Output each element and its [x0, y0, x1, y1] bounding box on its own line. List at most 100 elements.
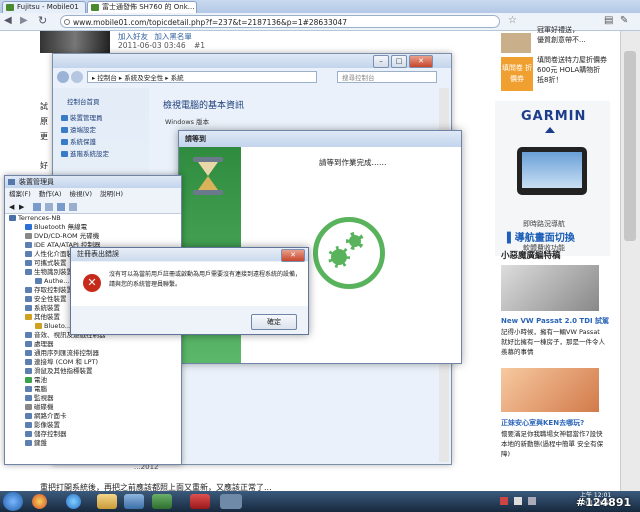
usb-icon	[25, 350, 32, 356]
add-friend-link[interactable]: 加入好友	[118, 32, 148, 41]
star-icon[interactable]: ☆	[508, 15, 517, 26]
windows-edition-label: Windows 版本	[165, 118, 210, 126]
close-button[interactable]: ✕	[409, 55, 433, 68]
update-driver-icon[interactable]	[69, 203, 77, 211]
chrome-icon[interactable]	[32, 494, 47, 509]
maximize-button[interactable]: □	[391, 55, 407, 68]
devmgr-titlebar: 裝置管理員	[5, 176, 181, 188]
url-text: www.mobile01.com/topicdetail.php?f=237&t…	[73, 18, 348, 27]
port-icon	[25, 359, 32, 365]
forward-icon[interactable]	[71, 71, 83, 83]
back-icon[interactable]	[57, 71, 69, 83]
ie-icon[interactable]	[66, 494, 81, 509]
tree-label: DVD/CD-ROM 光碟機	[34, 232, 100, 240]
page-scrollbar[interactable]	[620, 31, 640, 491]
ad1-text[interactable]: 冠軍好禮送， 優質創意帶不...	[537, 25, 607, 45]
menu-view[interactable]: 檢視(V)	[70, 190, 93, 198]
advanced-settings-link[interactable]: 進階系統設定	[61, 148, 109, 160]
system-protection-link[interactable]: 系統保護	[61, 136, 109, 148]
tree-label: 監視器	[34, 394, 54, 402]
post-avatar-image	[40, 31, 110, 53]
error-close-button[interactable]: ✕	[281, 249, 305, 262]
tree-item[interactable]: Terrences-NB	[7, 214, 181, 223]
browser-tab-2[interactable]: 富士通發佈 SH760 的 Onk...	[87, 1, 197, 13]
tree-item[interactable]: Bluetooth 無線電	[7, 223, 181, 232]
tree-item[interactable]: 儲存控制器	[7, 430, 181, 439]
tree-item[interactable]: 磁碟機	[7, 403, 181, 412]
tray-icon[interactable]	[514, 497, 522, 505]
tree-label: 其他裝置	[34, 313, 60, 321]
devmgr-toolbar: ◀ ▶	[5, 201, 181, 214]
tree-label: Terrences-NB	[18, 214, 61, 222]
processor-icon	[25, 341, 32, 347]
sysprop-breadcrumb[interactable]: ▸ 控制台 ▸ 系統及安全性 ▸ 系統	[87, 71, 317, 83]
address-bar[interactable]: www.mobile01.com/topicdetail.php?f=237&t…	[60, 15, 500, 28]
error-message: 沒有可以為當前用戶註冊或啟動為用戶需要沒有連接到遠程系統的設備， 請與您的系統管…	[109, 270, 303, 290]
tree-item[interactable]: DVD/CD-ROM 光碟機	[7, 232, 181, 241]
menu-help[interactable]: 說明(H)	[100, 190, 123, 198]
sysprop-address-row: ▸ 控制台 ▸ 系統及安全性 ▸ 系統 搜尋控制台	[57, 71, 447, 85]
blacklist-link[interactable]: 加入黑名單	[154, 32, 192, 41]
article2-title[interactable]: 正妹安心室與KEN去哪玩?	[501, 418, 584, 428]
tree-item[interactable]: 處理器	[7, 340, 181, 349]
ad2-text[interactable]: 填問卷送特力屋折價券600元 HOLA購物折抵8折！	[537, 55, 607, 85]
tray-icon[interactable]	[528, 497, 536, 505]
menu-file[interactable]: 檔案(F)	[9, 190, 31, 198]
devmgr-title: 裝置管理員	[19, 178, 54, 186]
wrench-icon[interactable]: ✎	[620, 15, 628, 26]
menu-action[interactable]: 動作(A)	[39, 190, 62, 198]
tree-item[interactable]: 通用序列匯流排控制器	[7, 349, 181, 358]
article1-title[interactable]: New VW Passat 2.0 TDI 試駕	[501, 316, 609, 326]
tree-item[interactable]: 電腦	[7, 385, 181, 394]
sysprop-search-input[interactable]: 搜尋控制台	[337, 71, 437, 83]
tab-label: 富士通發佈 SH760 的 Onk...	[102, 3, 195, 11]
forward-icon[interactable]: ▶	[19, 203, 24, 211]
ok-button[interactable]: 確定	[251, 314, 297, 330]
tree-item[interactable]: 網路介面卡	[7, 412, 181, 421]
tray-icon[interactable]	[500, 497, 508, 505]
watermark: #124891	[576, 496, 632, 509]
scan-icon[interactable]	[57, 203, 65, 211]
app-icon[interactable]	[152, 494, 172, 509]
sound-icon	[25, 332, 32, 338]
link-label: 裝置管理員	[70, 114, 103, 122]
hid-icon	[25, 251, 32, 257]
link-label: 遠端設定	[70, 126, 96, 134]
error-dialog: 註冊表出錯誤 ✕ ✕ 沒有可以為當前用戶註冊或啟動為用戶需要沒有連接到遠程系統的…	[70, 247, 309, 335]
tree-item[interactable]: 連接埠 (COM 和 LPT)	[7, 358, 181, 367]
back-icon[interactable]: ◀	[4, 15, 12, 26]
reload-icon[interactable]: ↻	[38, 14, 47, 27]
folder-icon[interactable]	[97, 494, 117, 509]
minimize-button[interactable]: –	[373, 55, 389, 68]
browser-tab-1[interactable]: Fujitsu - Mobile01	[2, 1, 86, 13]
security-device-icon	[25, 296, 32, 302]
start-button[interactable]	[3, 492, 23, 511]
tree-label: 安全性裝置	[34, 295, 67, 303]
remote-settings-link[interactable]: 遠端設定	[61, 124, 109, 136]
key-icon[interactable]	[220, 494, 242, 509]
app-icon[interactable]	[190, 494, 210, 509]
tree-label: 儲存控制器	[34, 430, 67, 438]
tree-item[interactable]: 鍵盤	[7, 439, 181, 448]
media-icon[interactable]	[124, 494, 144, 509]
tree-item[interactable]: 影像裝置	[7, 421, 181, 430]
article2-image[interactable]	[501, 368, 599, 412]
mouse-icon	[25, 368, 32, 374]
forward-icon[interactable]: ▶	[20, 15, 28, 26]
devmgr-menubar: 檔案(F) 動作(A) 檢視(V) 說明(H)	[5, 189, 181, 200]
properties-icon[interactable]	[33, 203, 41, 211]
bluetooth-icon	[25, 224, 32, 230]
back-icon[interactable]: ◀	[9, 203, 14, 211]
scrollbar-thumb[interactable]	[624, 51, 636, 241]
help-icon[interactable]	[45, 203, 53, 211]
tree-item[interactable]: 滑鼠及其他指標裝置	[7, 367, 181, 376]
tree-item[interactable]: 電池	[7, 376, 181, 385]
device-manager-link[interactable]: 裝置管理員	[61, 112, 109, 124]
tree-label: 滑鼠及其他指標裝置	[34, 367, 93, 375]
tree-item[interactable]: 監視器	[7, 394, 181, 403]
control-panel-home-link[interactable]: 控制台首頁	[67, 96, 100, 106]
garmin-ad[interactable]: GARMIN 即時路況導航 ▌導航畫面切換 軟體費收功能	[495, 101, 610, 256]
warning-icon	[35, 323, 42, 329]
tree-label: 存取控制裝置	[34, 286, 73, 294]
article1-image[interactable]	[501, 265, 599, 311]
